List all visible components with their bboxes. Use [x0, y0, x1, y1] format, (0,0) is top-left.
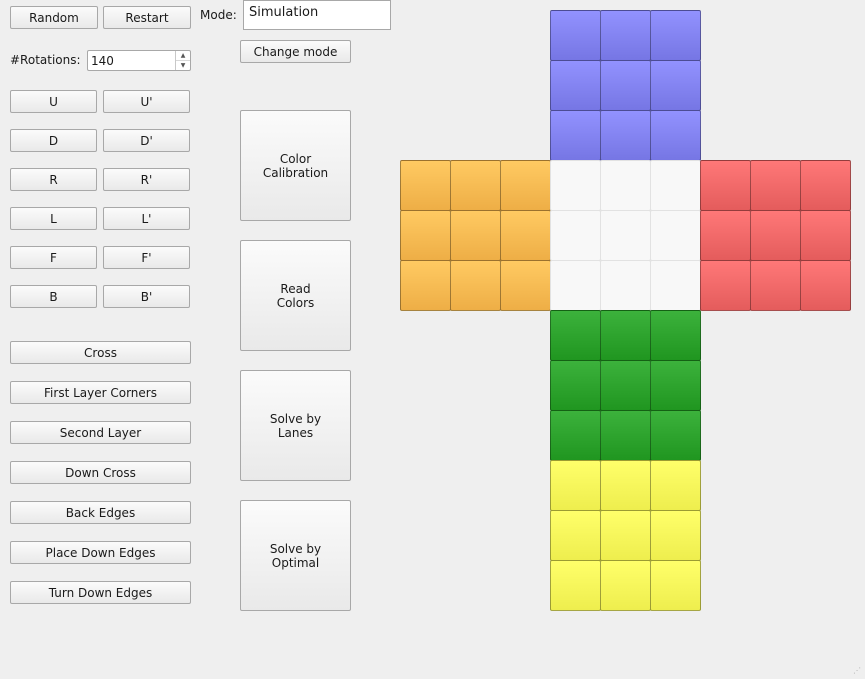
move-f-prime-button[interactable]: F' [103, 246, 190, 269]
sticker-back-yellow [600, 460, 651, 511]
move-b-button[interactable]: B [10, 285, 97, 308]
sticker-left-orange [400, 260, 451, 311]
sticker-top-blue [650, 60, 701, 111]
sticker-bottom-green [650, 410, 701, 461]
move-u-prime-button[interactable]: U' [103, 90, 190, 113]
sticker-bottom-green [600, 360, 651, 411]
cross-button[interactable]: Cross [10, 341, 191, 364]
resize-grip-icon[interactable]: ⋰ [853, 667, 863, 677]
move-d-button[interactable]: D [10, 129, 97, 152]
sticker-bottom-green [550, 360, 601, 411]
move-d-prime-button[interactable]: D' [103, 129, 190, 152]
sticker-top-blue [550, 110, 601, 161]
sticker-right-red [750, 260, 801, 311]
sticker-left-orange [400, 160, 451, 211]
sticker-top-blue [550, 10, 601, 61]
move-l-prime-button[interactable]: L' [103, 207, 190, 230]
rotations-label: #Rotations: [10, 53, 81, 67]
sticker-back-yellow [550, 460, 601, 511]
place-down-edges-button[interactable]: Place Down Edges [10, 541, 191, 564]
sticker-top-blue [550, 60, 601, 111]
change-mode-button[interactable]: Change mode [240, 40, 351, 63]
move-f-button[interactable]: F [10, 246, 97, 269]
restart-button[interactable]: Restart [103, 6, 191, 29]
move-b-prime-button[interactable]: B' [103, 285, 190, 308]
solve-by-lanes-button[interactable]: Solve by Lanes [240, 370, 351, 481]
sticker-left-orange [500, 160, 551, 211]
sticker-right-red [700, 160, 751, 211]
sticker-right-red [750, 160, 801, 211]
sticker-right-red [800, 160, 851, 211]
sticker-back-yellow [650, 510, 701, 561]
read-colors-button[interactable]: Read Colors [240, 240, 351, 351]
sticker-back-yellow [550, 510, 601, 561]
rotations-value[interactable]: 140 [91, 54, 114, 68]
move-u-button[interactable]: U [10, 90, 97, 113]
sticker-right-red [700, 210, 751, 261]
move-l-button[interactable]: L [10, 207, 97, 230]
second-layer-button[interactable]: Second Layer [10, 421, 191, 444]
sticker-center-white [650, 160, 701, 211]
down-cross-button[interactable]: Down Cross [10, 461, 191, 484]
sticker-left-orange [450, 160, 501, 211]
spin-up-arrow-icon[interactable]: ▲ [176, 51, 190, 60]
sticker-left-orange [400, 210, 451, 261]
sticker-center-white [650, 210, 701, 261]
sticker-back-yellow [600, 510, 651, 561]
sticker-center-white [650, 260, 701, 311]
sticker-top-blue [650, 10, 701, 61]
sticker-back-yellow [650, 460, 701, 511]
sticker-back-yellow [550, 560, 601, 611]
first-layer-corners-button[interactable]: First Layer Corners [10, 381, 191, 404]
sticker-center-white [600, 260, 651, 311]
sticker-back-yellow [650, 560, 701, 611]
sticker-right-red [800, 260, 851, 311]
turn-down-edges-button[interactable]: Turn Down Edges [10, 581, 191, 604]
sticker-left-orange [450, 260, 501, 311]
sticker-center-white [550, 160, 601, 211]
sticker-bottom-green [650, 360, 701, 411]
spin-down-arrow-icon[interactable]: ▼ [176, 60, 190, 70]
sticker-center-white [550, 210, 601, 261]
solve-by-optimal-button[interactable]: Solve by Optimal [240, 500, 351, 611]
sticker-center-white [600, 210, 651, 261]
sticker-right-red [750, 210, 801, 261]
move-r-button[interactable]: R [10, 168, 97, 191]
sticker-bottom-green [550, 410, 601, 461]
spin-arrows: ▲ ▼ [175, 51, 190, 70]
sticker-bottom-green [600, 310, 651, 361]
sticker-center-white [600, 160, 651, 211]
rotations-spinbox[interactable]: 140 ▲ ▼ [87, 50, 191, 71]
sticker-right-red [700, 260, 751, 311]
sticker-bottom-green [600, 410, 651, 461]
sticker-center-white [550, 260, 601, 311]
sticker-right-red [800, 210, 851, 261]
random-button[interactable]: Random [10, 6, 98, 29]
sticker-top-blue [650, 110, 701, 161]
move-r-prime-button[interactable]: R' [103, 168, 190, 191]
sticker-bottom-green [550, 310, 601, 361]
sticker-back-yellow [600, 560, 651, 611]
sticker-top-blue [600, 10, 651, 61]
sticker-left-orange [450, 210, 501, 261]
back-edges-button[interactable]: Back Edges [10, 501, 191, 524]
mode-field[interactable]: Simulation [243, 0, 391, 30]
sticker-left-orange [500, 210, 551, 261]
sticker-left-orange [500, 260, 551, 311]
mode-label: Mode: [200, 8, 237, 22]
sticker-top-blue [600, 60, 651, 111]
sticker-bottom-green [650, 310, 701, 361]
sticker-top-blue [600, 110, 651, 161]
color-calibration-button[interactable]: Color Calibration [240, 110, 351, 221]
